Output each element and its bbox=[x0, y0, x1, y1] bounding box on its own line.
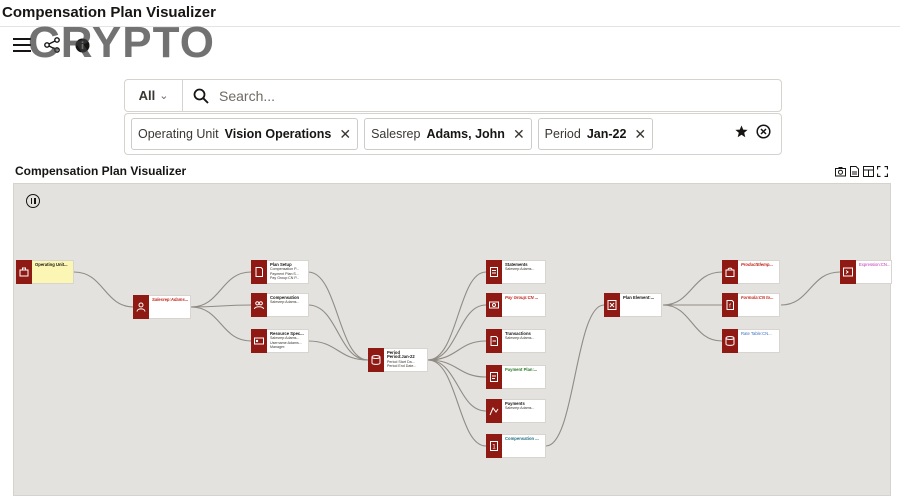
graph-node-resource[interactable]: Resource Spec... Salesrep:Adams... Usern… bbox=[251, 329, 309, 353]
graph-node-payment-plan[interactable]: Payment Plan:... bbox=[486, 365, 546, 389]
graph-node-operating-unit[interactable]: Operating Unit... bbox=[16, 260, 74, 284]
graph-node-formula[interactable]: f Formula:CN to... bbox=[722, 293, 780, 317]
node-title: Salesrep:Adams... bbox=[152, 297, 189, 302]
graph-node-payments[interactable]: Payments Salesrep:Adams... bbox=[486, 399, 546, 423]
graph-node-period[interactable]: Period Period:Jan-22 Period Start Da... … bbox=[368, 348, 428, 372]
payment-icon bbox=[486, 399, 502, 423]
money-icon bbox=[486, 293, 502, 317]
search-scope-dropdown[interactable]: All ⌄ bbox=[125, 80, 183, 111]
graph-node-rate-table[interactable]: Rate Table:CN... bbox=[722, 329, 780, 353]
product-bag-icon bbox=[722, 260, 738, 284]
search-icon bbox=[183, 88, 219, 104]
clear-all-icon[interactable] bbox=[756, 124, 771, 144]
node-title: Operating Unit... bbox=[35, 262, 68, 267]
node-title: Rate Table:CN... bbox=[741, 331, 772, 336]
visualizer-canvas[interactable]: Operating Unit... Salesrep:Adams... Plan… bbox=[13, 183, 892, 496]
people-icon bbox=[251, 293, 267, 317]
filter-actions bbox=[735, 124, 771, 144]
filter-bar: Operating Unit Vision Operations ✕ Sales… bbox=[124, 113, 782, 155]
formula-icon: f bbox=[722, 293, 738, 317]
star-icon[interactable] bbox=[735, 125, 748, 143]
document-icon bbox=[251, 260, 267, 284]
payment-plan-icon bbox=[486, 365, 502, 389]
info-icon[interactable] bbox=[72, 36, 92, 54]
node-detail: Pay Group:CN P... bbox=[270, 275, 300, 280]
search-scope-label: All bbox=[138, 88, 156, 103]
chevron-down-icon: ⌄ bbox=[159, 90, 169, 102]
filter-chip-operating-unit[interactable]: Operating Unit Vision Operations ✕ bbox=[131, 118, 359, 150]
filter-chip-value: Adams, John bbox=[426, 127, 505, 141]
plan-document-icon: 1 bbox=[486, 434, 502, 458]
share-network-icon[interactable] bbox=[42, 36, 62, 54]
organization-icon bbox=[16, 260, 32, 284]
filter-chip-salesrep[interactable]: Salesrep Adams, John ✕ bbox=[364, 118, 532, 150]
toolbar bbox=[12, 36, 92, 54]
remove-filter-icon[interactable]: ✕ bbox=[513, 126, 525, 143]
node-title: Expression:CN... bbox=[859, 262, 891, 267]
graph-node-plan-setup[interactable]: Plan Setup Compensation P... Payment Pla… bbox=[251, 260, 309, 284]
node-title: Pay Group:CN ... bbox=[505, 295, 539, 300]
database-icon bbox=[368, 348, 384, 372]
rate-table-icon bbox=[722, 329, 738, 353]
hamburger-menu-icon[interactable] bbox=[12, 36, 32, 54]
node-title: Payment Plan:... bbox=[505, 367, 538, 372]
title-divider bbox=[0, 26, 900, 27]
person-icon bbox=[133, 295, 149, 319]
remove-filter-icon[interactable]: ✕ bbox=[634, 126, 646, 143]
visualizer-heading: Compensation Plan Visualizer bbox=[15, 164, 187, 178]
statement-icon bbox=[486, 260, 502, 284]
search-bar: All ⌄ bbox=[124, 79, 782, 112]
node-detail: Salesrep:Adams... bbox=[505, 336, 535, 341]
plan-element-icon bbox=[604, 293, 620, 317]
node-title: Plan Element:... bbox=[623, 295, 655, 300]
graph-node-compensation[interactable]: Compensation Salesrep:Adams... bbox=[251, 293, 309, 317]
filter-chip-label: Salesrep bbox=[371, 127, 421, 141]
node-detail: Manager: bbox=[270, 344, 286, 349]
filter-chip-period[interactable]: Period Jan-22 ✕ bbox=[537, 118, 654, 150]
svg-text:1: 1 bbox=[492, 444, 496, 451]
graph-node-pay-group[interactable]: Pay Group:CN ... bbox=[486, 293, 546, 317]
export-document-icon[interactable] bbox=[849, 166, 860, 177]
graph-node-compensation-plan[interactable]: 1 Compensation ... bbox=[486, 434, 546, 458]
svg-text:f: f bbox=[729, 304, 731, 310]
transactions-icon bbox=[486, 329, 502, 353]
graph-node-product[interactable]: ProductElemp... bbox=[722, 260, 780, 284]
node-title: ProductElemp... bbox=[741, 262, 773, 267]
graph-node-plan-element[interactable]: Plan Element:... bbox=[604, 293, 662, 317]
node-title: Formula:CN to... bbox=[741, 295, 774, 300]
expression-icon bbox=[840, 260, 856, 284]
graph-node-transactions[interactable]: Transactions Salesrep:Adams... bbox=[486, 329, 546, 353]
fullscreen-icon[interactable] bbox=[877, 166, 888, 177]
id-card-icon bbox=[251, 329, 267, 353]
graph-node-expression[interactable]: Expression:CN... bbox=[840, 260, 892, 284]
filter-chip-label: Period bbox=[544, 127, 581, 141]
graph-node-statements[interactable]: Statements Salesrep:Adams... bbox=[486, 260, 546, 284]
node-detail: Salesrep:Adams... bbox=[505, 267, 535, 272]
node-detail: Period End Date... bbox=[387, 363, 417, 368]
page-title: Compensation Plan Visualizer bbox=[2, 4, 216, 21]
node-title: Compensation ... bbox=[505, 436, 539, 441]
layout-icon[interactable] bbox=[863, 166, 874, 177]
graph-node-salesrep[interactable]: Salesrep:Adams... bbox=[133, 295, 191, 319]
filter-chip-value: Jan-22 bbox=[586, 127, 627, 141]
node-detail: Salesrep:Adams... bbox=[505, 406, 535, 411]
visualizer-toolbar bbox=[835, 166, 888, 177]
search-input[interactable] bbox=[219, 87, 781, 104]
node-detail: Salesrep:Adams... bbox=[270, 300, 300, 305]
camera-icon[interactable] bbox=[835, 166, 846, 177]
filter-chip-label: Operating Unit bbox=[138, 127, 219, 141]
remove-filter-icon[interactable]: ✕ bbox=[339, 126, 351, 143]
filter-chip-value: Vision Operations bbox=[224, 127, 332, 141]
